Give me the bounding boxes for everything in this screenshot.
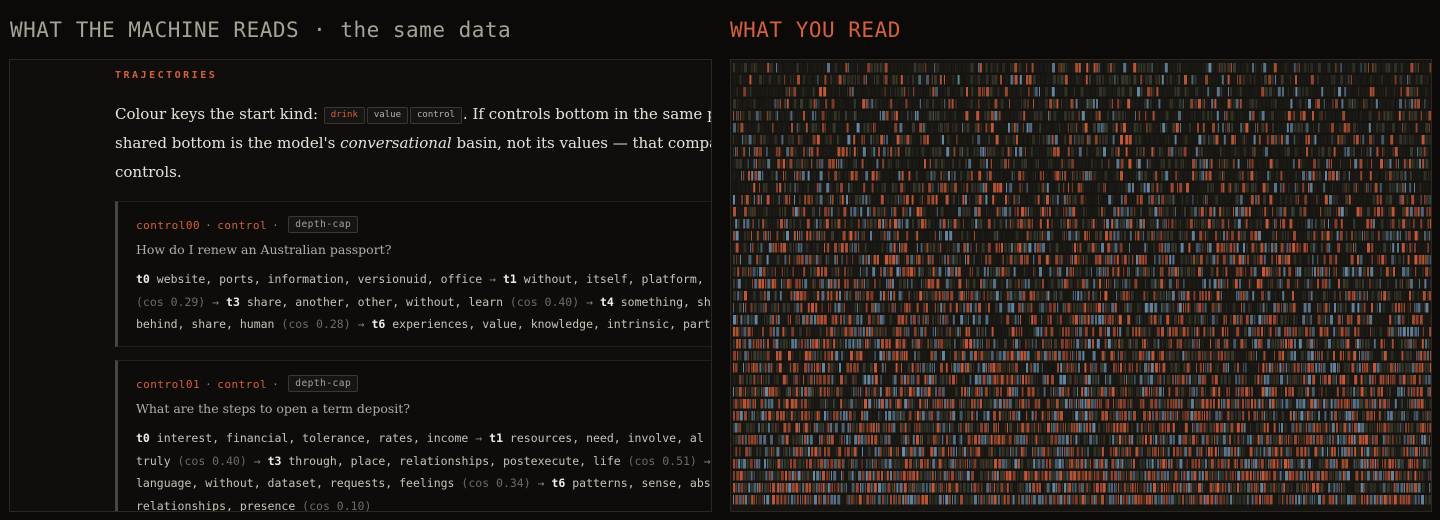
- word-list: website, ports, information, versionuid,…: [149, 272, 490, 286]
- step-key: t6: [551, 476, 566, 490]
- you-read-panel: [730, 59, 1432, 512]
- card-tag: depth-cap: [288, 216, 359, 233]
- arrow: →: [205, 294, 227, 309]
- word-list: interest, financial, tolerance, rates, i…: [149, 431, 476, 445]
- step-key: t1: [489, 431, 503, 445]
- card-kind: control: [217, 219, 268, 232]
- barcode-row: [733, 315, 1431, 325]
- word-list: resources, need, involve, al: [503, 431, 704, 445]
- step-key: t6: [371, 317, 386, 331]
- card-tag: depth-cap: [288, 375, 359, 392]
- card-header: control01 · control · depth-cap: [136, 375, 359, 392]
- card-kind: control: [217, 378, 268, 391]
- step-key: t3: [267, 453, 282, 468]
- machine-reads-panel[interactable]: TRAJECTORIES Colour keys the start kind:…: [9, 59, 712, 512]
- word-list: truly: [136, 453, 178, 468]
- barcode-row: [733, 339, 1431, 349]
- step-key: t1: [502, 272, 517, 286]
- card-id: control00: [136, 219, 201, 232]
- trajectory-line: language, without, dataset, requests, fe…: [136, 472, 711, 495]
- trajectory-text: t0 interest, financial, tolerance, rates…: [136, 427, 711, 512]
- arrow: →: [475, 431, 490, 445]
- cosine-value: (cos 0.40): [509, 294, 580, 309]
- intro-paragraph: Colour keys the start kind: drink value co…: [115, 100, 711, 187]
- barcode-row: [733, 423, 1431, 433]
- trajectory-line: t0 website, ports, information, versionu…: [136, 268, 711, 291]
- barcode-row: [733, 135, 1431, 145]
- trajectory-line: truly (cos 0.40) → t3 through, place, re…: [136, 450, 711, 473]
- card-sep: ·: [272, 219, 280, 232]
- right-heading: WHAT YOU READ: [730, 18, 901, 42]
- card-sep: ·: [272, 378, 280, 391]
- left-heading: WHAT THE MACHINE READS · the same data: [10, 18, 511, 46]
- tag-drink: drink: [323, 107, 365, 124]
- trajectory-card: control00 · control · depth-cap How do I ren…: [115, 201, 711, 347]
- cosine-value: (cos 0.29): [136, 294, 206, 309]
- cosine-value: (cos 0.28): [281, 317, 351, 331]
- arrow: →: [246, 453, 268, 468]
- arrow: →: [489, 272, 503, 286]
- barcode-row: [733, 375, 1431, 385]
- intro-line2-post: basin, not its values — that comparison …: [456, 134, 711, 152]
- left-heading-sub: the same data: [340, 18, 512, 42]
- card-question: How do I renew an Australian passport?: [136, 242, 392, 257]
- left-heading-main: WHAT THE MACHINE READS: [10, 18, 300, 42]
- cosine-value: (cos 0.40): [177, 453, 247, 468]
- intro-post: . If controls bottom in the same place a…: [462, 105, 711, 123]
- trajectory-line: t0 interest, financial, tolerance, rates…: [136, 427, 711, 450]
- cosine-value: (cos 0.51): [627, 453, 697, 468]
- step-key: t3: [226, 294, 240, 309]
- section-label: TRAJECTORIES: [115, 70, 218, 81]
- intro-line-1: Colour keys the start kind: drink value co…: [115, 100, 711, 129]
- trajectory-line: (cos 0.29) → t3 share, another, other, w…: [136, 291, 711, 314]
- word-list: language, without, dataset, requests, fe…: [136, 476, 462, 490]
- arrow: →: [579, 294, 600, 309]
- card-sep: ·: [205, 378, 213, 391]
- word-list: share, another, other, without, learn: [239, 294, 510, 309]
- barcode-row: [733, 219, 1431, 229]
- trajectory-card: control01 · control · depth-cap What are the…: [115, 360, 711, 512]
- barcode-row: [733, 195, 1431, 205]
- arrow: →: [350, 317, 372, 331]
- trajectory-text: t0 website, ports, information, versionu…: [136, 268, 711, 336]
- trajectory-line: relationships, presence (cos 0.10): [136, 495, 711, 512]
- word-list: something, sh: [613, 294, 711, 309]
- card-id: control01: [136, 378, 201, 391]
- barcode-row: [733, 387, 1431, 397]
- card-sep: ·: [205, 219, 213, 232]
- word-list: without, itself, platform,: [516, 272, 704, 286]
- tag-value: value: [366, 107, 408, 124]
- card-question: What are the steps to open a term deposi…: [136, 401, 410, 416]
- barcode-row: [733, 495, 1431, 505]
- trajectory-line: behind, share, human (cos 0.28) → t6 exp…: [136, 313, 711, 336]
- token-barcode-visualization: [731, 60, 1431, 511]
- word-list: experiences, value, knowledge, intrinsic…: [385, 317, 711, 331]
- barcode-row: [733, 471, 1431, 481]
- word-list: through, place, relationships, postexecu…: [281, 453, 628, 468]
- intro-pre: Colour keys the start kind:: [115, 105, 319, 123]
- tag-control: control: [409, 107, 462, 124]
- barcode-row: [733, 399, 1431, 409]
- intro-emphasis: conversational: [340, 134, 452, 152]
- intro-line2-pre: shared bottom is the model's: [115, 134, 336, 152]
- barcode-row: [733, 459, 1431, 469]
- step-key: t0: [136, 431, 150, 445]
- cosine-value: (cos 0.10): [302, 498, 372, 512]
- word-list: relationships, presence: [136, 498, 303, 512]
- step-key: t4: [599, 294, 614, 309]
- intro-line-2: shared bottom is the model's conversatio…: [115, 129, 711, 158]
- intro-line-3: controls.: [115, 163, 182, 181]
- arrow: →: [696, 453, 711, 468]
- card-header: control00 · control · depth-cap: [136, 216, 359, 233]
- cosine-value: (cos 0.34): [461, 476, 531, 490]
- word-list: behind, share, human: [136, 317, 282, 331]
- word-list: patterns, sense, abs: [565, 476, 711, 490]
- barcode-row: [733, 231, 1431, 241]
- heading-separator: ·: [313, 18, 327, 42]
- arrow: →: [530, 476, 552, 490]
- barcode-row: [733, 483, 1431, 493]
- step-key: t0: [136, 272, 150, 286]
